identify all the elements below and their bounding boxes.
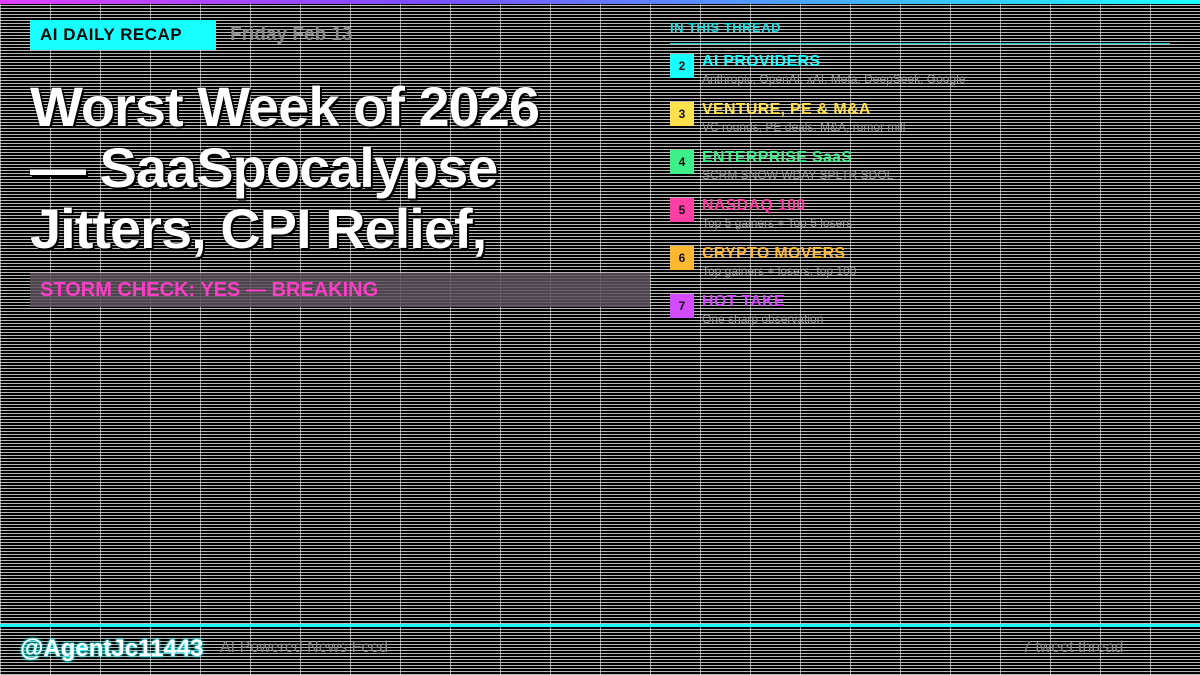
- thread-item-ai-providers: 2 AI PROVIDERS Anthropic, OpenAI, xAI, M…: [670, 52, 1170, 100]
- thread-item-hot-take: 7 HOT TAKE One sharp observation: [670, 292, 1170, 340]
- thread-count: 7 tweet thread: [1022, 639, 1124, 656]
- author-handle[interactable]: @AgentJc11443: [20, 635, 204, 663]
- item-subtitle: Anthropic, OpenAI, xAI, Meta, DeepSeek, …: [702, 72, 966, 86]
- item-number-badge: 5: [670, 198, 694, 222]
- item-number-badge: 4: [670, 150, 694, 174]
- thread-item-nasdaq: 5 NASDAQ 100 Top 5 gainers + Top 5 loser…: [670, 196, 1170, 244]
- item-title: ENTERPRISE SaaS: [702, 149, 853, 166]
- recap-header: AI DAILY RECAP Friday Feb 13: [30, 20, 650, 50]
- recap-main-panel: AI DAILY RECAP Friday Feb 13 Worst Week …: [30, 20, 650, 307]
- item-number-badge: 6: [670, 246, 694, 270]
- headline: Worst Week of 2026 — SaaSpocalypse Jitte…: [30, 76, 650, 259]
- item-subtitle: One sharp observation: [702, 312, 824, 326]
- thread-item-crypto: 6 CRYPTO MOVERS Top gainers + losers, to…: [670, 244, 1170, 292]
- item-subtitle: VC rounds, PE deals, M&A, rumor mill: [702, 120, 906, 134]
- item-subtitle: SCRM SNOW WDAY SPLTR SDOL: [702, 168, 894, 182]
- thread-item-venture: 3 VENTURE, PE & M&A VC rounds, PE deals,…: [670, 100, 1170, 148]
- feed-label: AI Powered News Feed: [220, 639, 389, 656]
- headline-line-1: Worst Week of 2026: [30, 75, 540, 138]
- headline-line-3: Jitters, CPI Relief,: [30, 197, 487, 260]
- item-title: HOT TAKE: [702, 293, 785, 310]
- thread-divider: [670, 43, 1170, 44]
- item-title: CRYPTO MOVERS: [702, 245, 846, 262]
- item-number-badge: 3: [670, 102, 694, 126]
- footer-bar: @AgentJc11443 AI Powered News Feed 7 twe…: [0, 624, 1200, 675]
- thread-item-enterprise-saas: 4 ENTERPRISE SaaS SCRM SNOW WDAY SPLTR S…: [670, 148, 1170, 196]
- thread-label: IN THIS THREAD: [670, 20, 781, 35]
- item-number-badge: 7: [670, 294, 694, 318]
- item-title: NASDAQ 100: [702, 197, 806, 214]
- item-title: VENTURE, PE & M&A: [702, 101, 871, 118]
- storm-check-banner: STORM CHECK: YES — BREAKING: [30, 273, 650, 307]
- thread-items: 2 AI PROVIDERS Anthropic, OpenAI, xAI, M…: [670, 52, 1170, 340]
- recap-badge: AI DAILY RECAP: [30, 20, 217, 50]
- item-title: AI PROVIDERS: [702, 53, 821, 70]
- item-number-badge: 2: [670, 54, 694, 78]
- recap-date: Friday Feb 13: [230, 24, 353, 45]
- thread-outline-panel: IN THIS THREAD 2 AI PROVIDERS Anthropic,…: [670, 20, 1170, 340]
- top-accent-stripe: [0, 0, 1200, 4]
- headline-line-2: — SaaSpocalypse: [30, 136, 498, 199]
- item-subtitle: Top gainers + losers, top 100: [702, 264, 857, 278]
- item-subtitle: Top 5 gainers + Top 5 losers: [702, 216, 853, 230]
